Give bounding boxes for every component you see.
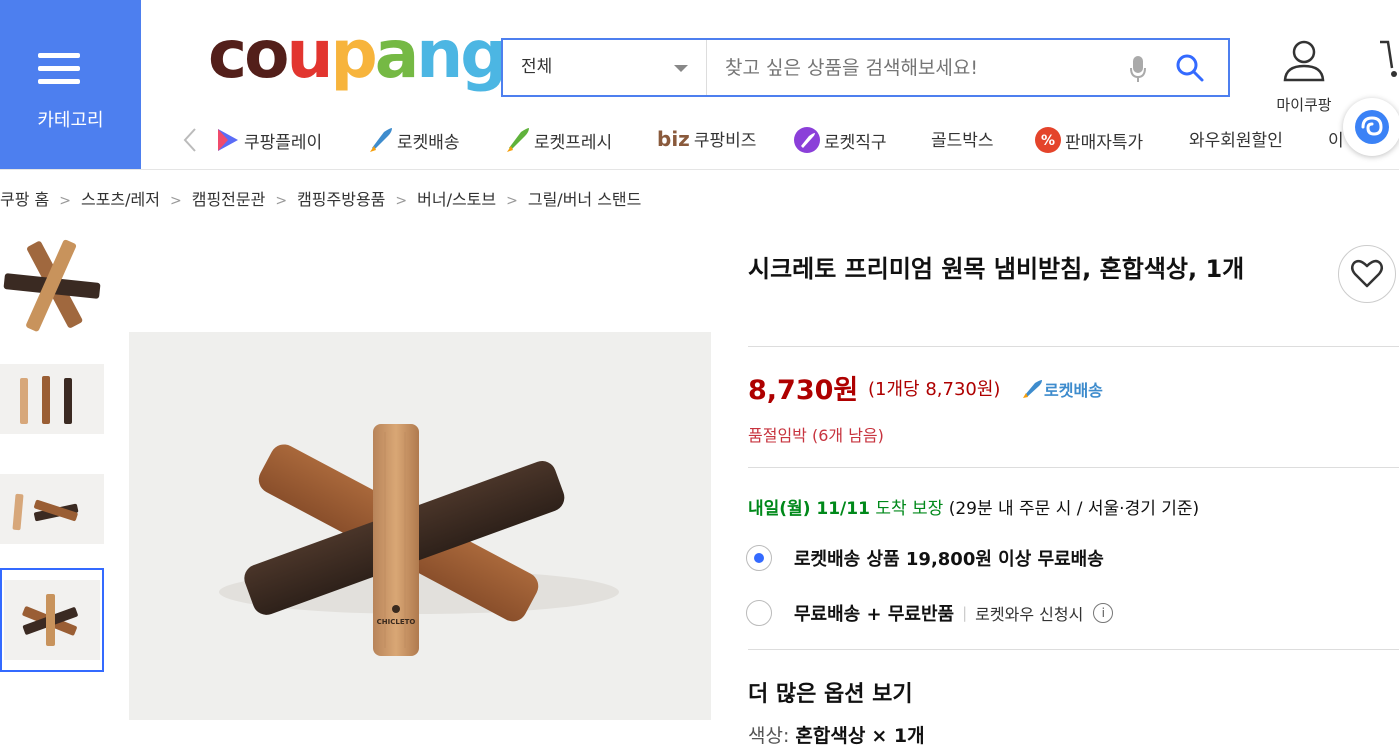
- assistant-float-button[interactable]: [1343, 98, 1399, 156]
- rocket-icon: [366, 126, 394, 154]
- radio-selected[interactable]: [746, 545, 772, 571]
- unit-price: (1개당 8,730원): [868, 379, 1001, 400]
- divider: [748, 649, 1399, 650]
- sale-price: 8,730원: [748, 375, 859, 406]
- play-icon: [213, 126, 241, 154]
- divider: [748, 467, 1399, 468]
- quick-item-goldbox[interactable]: 골드박스: [931, 126, 994, 151]
- product-thumbnail[interactable]: [0, 234, 104, 338]
- category-button[interactable]: 카테고리: [0, 0, 141, 169]
- search-scope-select[interactable]: 전체: [503, 40, 707, 95]
- more-options-heading: 더 많은 옵션 보기: [748, 682, 913, 707]
- chevron-right-icon: >: [275, 193, 288, 209]
- delivery-condition: (29분 내 주문 시 / 서울·경기 기준): [948, 499, 1200, 519]
- breadcrumb-item[interactable]: 쿠팡 홈: [0, 190, 49, 209]
- chevron-right-icon: >: [395, 193, 408, 209]
- breadcrumb-item[interactable]: 캠핑전문관: [192, 190, 266, 209]
- delivery-date: 내일(월) 11/11: [748, 499, 870, 519]
- rocket-badge: 로켓배송: [1022, 377, 1103, 401]
- breadcrumb-item[interactable]: 그릴/버너 스탠드: [528, 190, 642, 209]
- chevron-down-icon: [674, 65, 688, 72]
- search-input[interactable]: [723, 40, 1107, 97]
- quick-item-seller-deal[interactable]: % 판매자특가: [1034, 126, 1143, 154]
- category-label: 카테고리: [37, 110, 104, 131]
- shipping-option-free[interactable]: 무료배송 + 무료반품 | 로켓와우 신청시 i: [746, 600, 1114, 626]
- header-divider: [0, 169, 1399, 170]
- info-icon[interactable]: i: [1093, 603, 1114, 623]
- chevron-right-icon: >: [506, 193, 518, 209]
- chevron-right-icon: >: [169, 193, 182, 209]
- swirl-icon: [1355, 110, 1389, 144]
- delivery-guarantee: 도착 보장: [875, 499, 944, 519]
- rocket-global-icon: [793, 126, 821, 154]
- search-bar: 전체: [501, 38, 1230, 97]
- radio-unselected[interactable]: [746, 600, 772, 626]
- coupang-logo[interactable]: coupang: [208, 22, 508, 88]
- breadcrumb-item[interactable]: 스포츠/레저: [81, 190, 160, 209]
- product-thumbnail[interactable]: [0, 364, 104, 434]
- color-selection: 색상: 혼합색상 × 1개: [748, 725, 925, 747]
- product-title: 시크레토 프리미엄 원목 냄비받침, 혼합색상, 1개: [748, 255, 1245, 283]
- divider: [748, 346, 1399, 347]
- user-icon: [1283, 40, 1325, 82]
- breadcrumb-item[interactable]: 캠핑주방용품: [297, 190, 385, 209]
- cart-icon[interactable]: [1378, 38, 1399, 82]
- hamburger-icon: [38, 53, 80, 92]
- quick-item-coupang-biz[interactable]: biz 쿠팡비즈: [657, 126, 756, 152]
- biz-icon: biz: [657, 126, 690, 151]
- breadcrumb: 쿠팡 홈 > 스포츠/레저 > 캠핑전문관 > 캠핑주방용품 > 버너/스토브 > 그릴/버너 스탠…: [0, 186, 641, 210]
- product-main-image[interactable]: CHICLETO: [129, 332, 711, 720]
- chevron-right-icon: >: [59, 193, 71, 209]
- percent-icon: %: [1034, 126, 1062, 154]
- my-coupang-button[interactable]: 마이쿠팡: [1265, 38, 1343, 115]
- microphone-icon[interactable]: [1129, 54, 1147, 88]
- shipping-option-rocket[interactable]: 로켓배송 상품 19,800원 이상 무료배송: [746, 545, 1104, 571]
- my-coupang-label: 마이쿠팡: [1276, 96, 1332, 114]
- quick-item-coupang-play[interactable]: 쿠팡플레이: [213, 126, 322, 154]
- search-icon[interactable]: [1174, 52, 1206, 88]
- brand-mark: CHICLETO: [377, 618, 416, 626]
- stock-notice: 품절임박 (6개 남음): [748, 426, 884, 445]
- rocket-icon: [1023, 380, 1042, 398]
- wishlist-button[interactable]: [1338, 245, 1396, 303]
- heart-icon: [1351, 259, 1383, 288]
- svg-text:%: %: [1041, 133, 1055, 149]
- delivery-info: 내일(월) 11/11 도착 보장 (29분 내 주문 시 / 서울·경기 기준…: [748, 494, 1199, 519]
- quick-item-rocket-global[interactable]: 로켓직구: [793, 126, 887, 154]
- product-thumbnail[interactable]: [0, 474, 104, 544]
- chevron-left-icon[interactable]: [183, 127, 197, 157]
- rocket-fresh-icon: [503, 126, 531, 154]
- breadcrumb-item[interactable]: 버너/스토브: [417, 190, 496, 209]
- quick-item-more[interactable]: 이: [1328, 126, 1344, 151]
- quick-item-wow-discount[interactable]: 와우회원할인: [1189, 126, 1283, 151]
- product-thumbnail-selected[interactable]: [0, 568, 104, 672]
- quick-item-rocket-fresh[interactable]: 로켓프레시: [503, 126, 612, 154]
- quick-item-rocket-delivery[interactable]: 로켓배송: [366, 126, 460, 154]
